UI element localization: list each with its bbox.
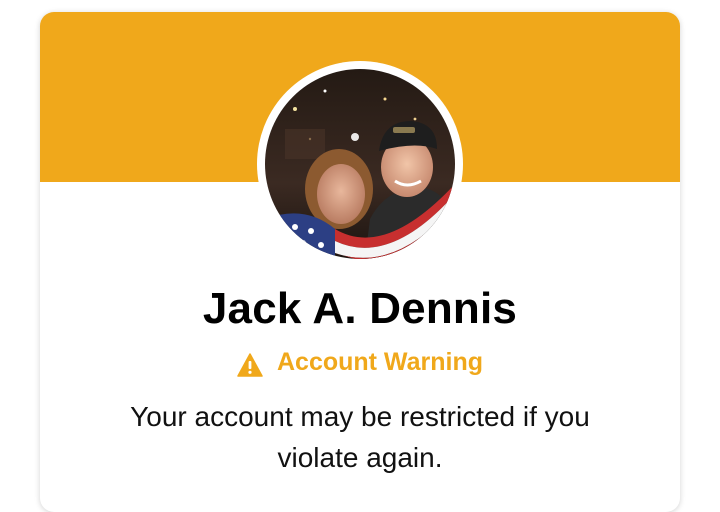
warning-message: Your account may be restricted if you vi… [130, 401, 590, 473]
account-warning: Account Warning [40, 348, 680, 377]
warning-label: Account Warning [276, 348, 483, 376]
profile-card: Jack A. Dennis Account Warning Your acco… [40, 12, 680, 512]
profile-photo-image [265, 69, 455, 259]
warning-triangle-icon [237, 352, 263, 377]
avatar-frame [257, 61, 463, 267]
profile-name: Jack A. Dennis [202, 284, 518, 333]
avatar [265, 69, 455, 259]
